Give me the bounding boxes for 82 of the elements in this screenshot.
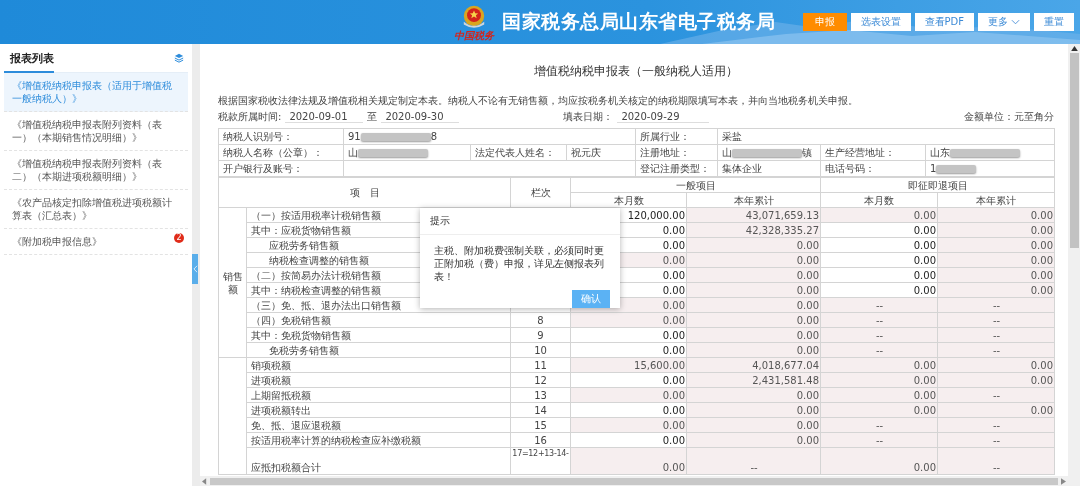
period-start-field[interactable]: 2020-09-01: [285, 111, 364, 123]
table-cell: 法定代表人姓名：: [470, 144, 567, 161]
scroll-up-icon[interactable]: [1070, 46, 1078, 51]
line-number: 8: [537, 314, 544, 326]
line-number: 12: [534, 374, 547, 386]
more-menu-button[interactable]: 更多: [978, 13, 1030, 31]
table-cell: 电话号码：: [820, 160, 926, 177]
fill-date-field[interactable]: 2020-09-29: [617, 111, 710, 123]
scroll-left-icon[interactable]: [202, 477, 207, 485]
amount-cell: --: [686, 447, 821, 475]
redaction-bar: [360, 132, 431, 141]
report-list-item[interactable]: 《增值税纳税申报表附列资料（表一）（本期销售情况明细）》: [4, 112, 188, 151]
row-label: 上期留抵税额: [246, 387, 511, 403]
chevron-left-icon: [192, 265, 198, 273]
form-intro: 根据国家税收法律法规及增值税相关规定制定本表。纳税人不论有无销售额，均应按税务机关核定的纳税期限填写本表，并向当地税务机关申报。: [218, 95, 859, 107]
amount-unit: 金额单位：元至角分: [964, 110, 1054, 124]
fill-date-label: 填表日期：: [563, 110, 614, 124]
report-list-item[interactable]: 《附加税申报信息》 2: [4, 229, 188, 255]
count-badge: 2: [174, 233, 184, 243]
vertical-scrollbar[interactable]: [1068, 44, 1080, 486]
report-list-item[interactable]: 《农产品核定扣除增值税进项税额计算表（汇总表）》: [4, 190, 188, 229]
dialog-title: 提示: [420, 208, 620, 235]
collapse-sidebar-button[interactable]: [192, 254, 198, 284]
table-cell: 山东: [925, 144, 1055, 161]
row-label: 其中：免税货物销售额: [246, 327, 511, 343]
table-cell: 所属行业：: [635, 128, 718, 145]
column-header: 项 目: [218, 177, 511, 208]
horizontal-scrollbar[interactable]: [200, 476, 1068, 486]
column-header: 一般项目: [570, 177, 821, 193]
table-cell: 山 镇: [717, 144, 821, 161]
line-number: 10: [534, 344, 547, 356]
row-label: 按适用税率计算的纳税检查应补缴税额: [246, 432, 511, 448]
table-cell: 注册地址：: [635, 144, 718, 161]
layers-icon[interactable]: [174, 53, 184, 63]
table-cell: 采盐: [717, 128, 1055, 145]
redaction-bar: [732, 148, 802, 157]
line-number: 9: [537, 329, 544, 341]
amount-cell: --: [937, 447, 1055, 475]
period-label: 税款所属时间:: [218, 110, 282, 124]
scroll-right-icon[interactable]: [1061, 477, 1066, 485]
report-list-item[interactable]: 《增值税纳税申报表附列资料（表二）（本期进项税额明细）》: [4, 151, 188, 190]
table-cell: 纳税人名称（公章）：: [218, 144, 344, 161]
table-cell: 集体企业: [717, 160, 821, 177]
column-header: 栏次: [510, 177, 571, 208]
row-label: 销项税额: [246, 357, 511, 373]
amount-cell: 0.00: [820, 447, 938, 475]
line-number: 17=12+13-14-: [512, 449, 569, 458]
row-label: 免税劳务销售额: [246, 342, 511, 358]
row-label: 应抵扣税额合计: [246, 447, 511, 475]
redaction-bar: [950, 148, 1020, 157]
table-cell: 生产经营地址：: [820, 144, 926, 161]
table-cell: 开户银行及账号：: [218, 160, 344, 177]
period-to-label: 至: [367, 110, 378, 124]
header-button[interactable]: 查看PDF: [914, 13, 974, 31]
table-cell: 祝元庆: [566, 144, 636, 161]
line-number: 13: [534, 389, 547, 401]
column-header: 即征即退项目: [820, 177, 1055, 193]
redaction-bar: [936, 164, 977, 173]
line-number: 14: [534, 404, 547, 416]
row-label: 进项税额: [246, 372, 511, 388]
row-label: 免、抵、退应退税额: [246, 417, 511, 433]
amount-cell: 0.00: [570, 447, 687, 475]
row-label: （四）免税销售额: [246, 312, 511, 328]
header-button[interactable]: 选表设置: [850, 13, 911, 31]
caret-icon: [1011, 19, 1020, 25]
table-cell: 山: [343, 144, 471, 161]
redaction-bar: [358, 148, 428, 157]
table-cell: 登记注册类型：: [635, 160, 718, 177]
line-number: 11: [534, 359, 547, 371]
line-number: 16: [534, 434, 547, 446]
table-cell: 91 8: [343, 128, 636, 145]
period-end-field[interactable]: 2020-09-30: [381, 111, 460, 123]
row-label: 进项税额转出: [246, 402, 511, 418]
form-title: 增值税纳税申报表（一般纳税人适用）: [533, 63, 739, 79]
group-label: 销售额: [222, 270, 243, 295]
table-cell: 1: [925, 160, 1055, 177]
header-button[interactable]: 重置: [1034, 13, 1074, 31]
site-title: 国家税务总局山东省电子税务局: [502, 9, 775, 34]
emblem-caption: 中国税务: [454, 29, 494, 41]
line-number: 15: [534, 419, 547, 431]
sidebar-title: 报表列表: [9, 50, 54, 66]
table-cell: 纳税人识别号：: [218, 128, 344, 145]
